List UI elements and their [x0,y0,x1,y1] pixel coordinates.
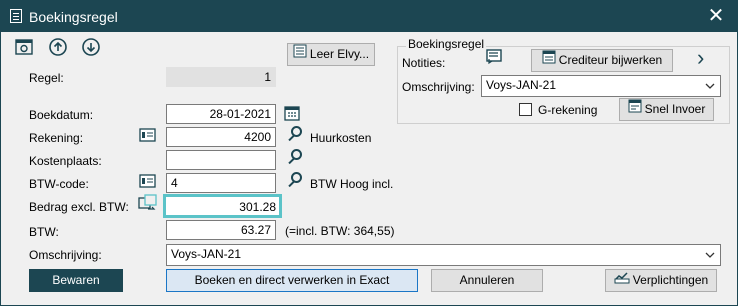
btw-code-label: BTW-code: [29,177,89,191]
btw-incl-note: (=incl. BTW: 364,55) [285,224,395,238]
next-chevron-icon[interactable]: › [697,45,704,71]
kostenplaats-field[interactable] [166,150,276,170]
title-bar[interactable]: Boekingsregel ✕ [1,1,737,32]
leer-elvy-button[interactable]: Leer Elvy... [287,43,375,66]
kostenplaats-search-icon[interactable] [291,149,302,160]
crediteur-bijwerken-button[interactable]: Crediteur bijwerken [531,49,673,72]
snel-invoer-button[interactable]: Snel Invoer [619,98,714,121]
btw-field[interactable]: 63.27 [166,220,276,240]
kostenplaats-label: Kostenplaats: [29,154,102,168]
rekening-description: Huurkosten [310,131,372,145]
obligations-icon [614,270,630,291]
omschrijving-dropdown[interactable]: Voys-JAN-21 [166,244,721,266]
boekdatum-field[interactable]: 28-01-2021 [166,104,276,124]
verplichtingen-button[interactable]: Verplichtingen [605,269,717,292]
crediteur-icon [542,50,556,71]
omschrijving-value: Voys-JAN-21 [171,247,242,261]
crediteur-label: Crediteur bijwerken [558,53,663,67]
group-omschrijving-label: Omschrijving: [402,80,475,94]
rekening-search-icon[interactable] [291,126,302,137]
rekening-label: Rekening: [29,131,84,145]
rekening-lookup-icon[interactable] [139,127,156,146]
quick-entry-icon [628,99,642,120]
chevron-down-icon [704,245,716,265]
settings-icon[interactable] [15,39,33,58]
btw-label: BTW: [29,225,59,239]
group-title: Boekingsregel [406,37,487,51]
boekdatum-label: Boekdatum: [29,108,94,122]
bewaren-button[interactable]: Bewaren [29,269,123,292]
group-omschrijving-value: Voys-JAN-21 [486,78,557,92]
notes-icon[interactable] [486,49,502,68]
swap-amount-icon[interactable] [138,194,158,215]
up-arrow-icon[interactable] [48,37,68,60]
btw-code-lookup-icon[interactable] [139,173,156,192]
chevron-down-icon [704,76,716,96]
g-rekening-checkbox[interactable] [519,103,532,116]
btw-code-description: BTW Hoog incl. [310,177,394,191]
leer-elvy-label: Leer Elvy... [309,47,370,61]
boeken-button[interactable]: Boeken en direct verwerken in Exact [166,269,418,292]
btw-code-field[interactable]: 4 [166,173,276,193]
snel-invoer-label: Snel Invoer [644,102,706,116]
close-button[interactable]: ✕ [704,5,728,27]
regel-field: 1 [166,67,276,87]
annuleren-button[interactable]: Annuleren [431,269,543,292]
regel-label: Regel: [29,71,64,85]
verplichtingen-label: Verplichtingen [632,273,709,287]
bedrag-excl-btw-field[interactable]: 301.28 [163,194,282,218]
btw-code-search-icon[interactable] [291,172,302,183]
down-arrow-icon[interactable] [81,37,101,60]
rekening-field[interactable]: 4200 [166,127,276,147]
group-omschrijving-dropdown[interactable]: Voys-JAN-21 [481,75,721,97]
window-app-icon [10,9,22,23]
list-icon [293,44,307,65]
calendar-icon[interactable] [284,105,300,124]
bedrag-label: Bedrag excl. BTW: [29,200,129,214]
g-rekening-label: G-rekening [538,103,598,117]
omschrijving-label: Omschrijving: [29,248,102,262]
boekingsregel-dialog: Boekingsregel ✕ Leer Elvy... Boekingsreg… [0,0,738,306]
window-title: Boekingsregel [29,9,118,25]
notities-label: Notities: [402,56,446,70]
